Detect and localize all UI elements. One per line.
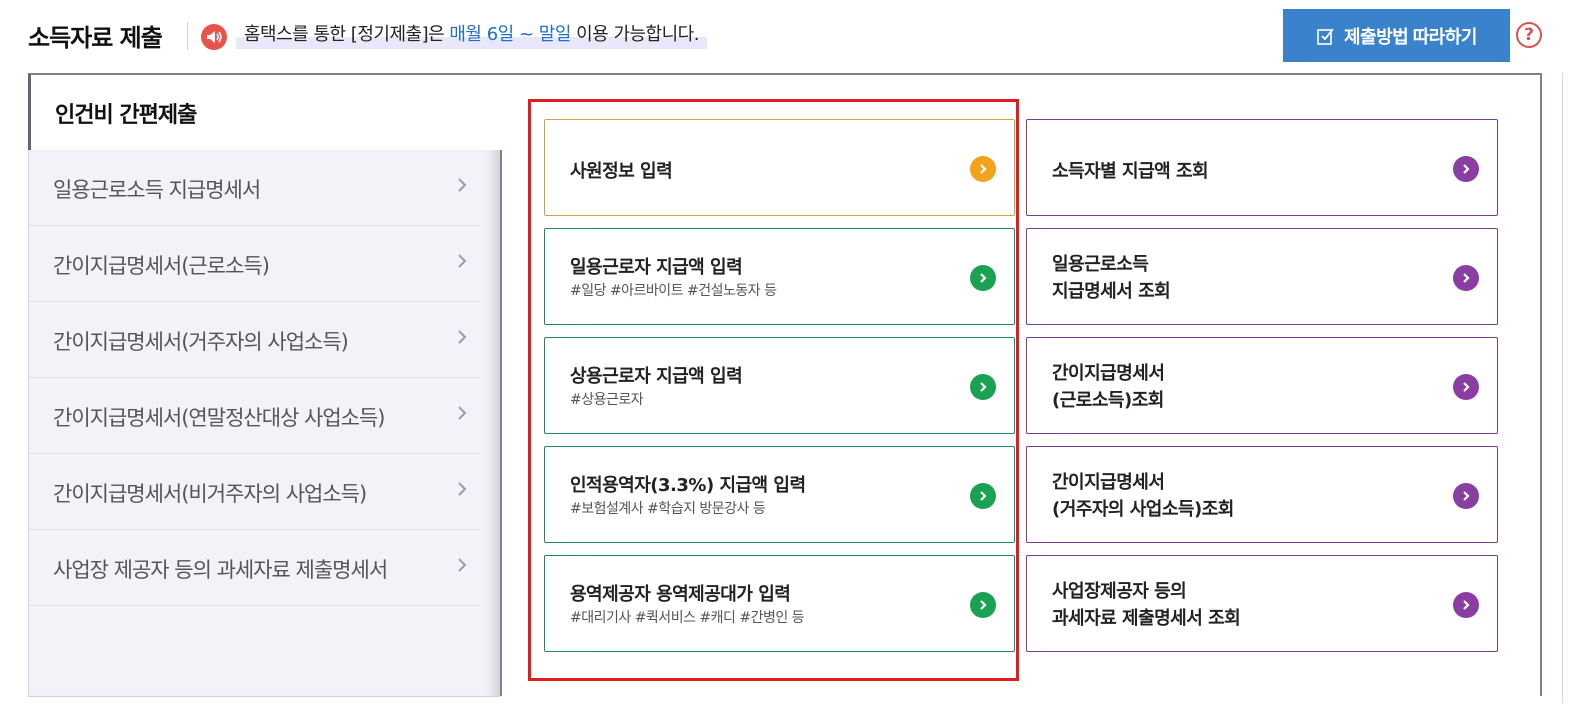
card-title: 일용근로자 지급액 입력 <box>570 257 743 278</box>
card-tags: #대리기사 #퀵서비스 #캐디 #간병인 등 <box>570 610 805 626</box>
tab-label: 인건비 간편제출 <box>55 103 197 128</box>
card-tags: #일당 #아르바이트 #건설노동자 등 <box>570 283 777 299</box>
card-title-line2: 과세자료 제출명세서 조회 <box>1052 608 1241 629</box>
chevron-right-icon <box>458 178 467 192</box>
card-title: 소득자별 지급액 조회 <box>1052 161 1209 182</box>
card-simple-wage-statement-query[interactable]: 간이지급명세서 (근로소득)조회 <box>1026 337 1498 434</box>
megaphone-icon <box>201 24 227 50</box>
card-payment-by-earner-query[interactable]: 소득자별 지급액 조회 <box>1026 119 1498 216</box>
chevron-right-icon <box>458 406 467 420</box>
card-resident-business-statement-query[interactable]: 간이지급명세서 (거주자의 사업소득)조회 <box>1026 446 1498 543</box>
chevron-right-icon <box>458 558 467 572</box>
page-title: 소득자료 제출 <box>28 24 163 52</box>
chevron-right-icon <box>458 330 467 344</box>
card-employee-info[interactable]: 사원정보 입력 <box>544 119 1015 216</box>
submission-guide-button[interactable]: 제출방법 따라하기 <box>1283 9 1510 62</box>
arrow-right-icon <box>970 156 996 182</box>
sidebar-item-resident-business[interactable]: 간이지급명세서(거주자의 사업소득) <box>29 302 480 378</box>
arrow-right-icon <box>970 592 996 618</box>
card-title: 간이지급명세서 (거주자의 사업소득)조회 <box>1052 469 1234 523</box>
arrow-right-icon <box>970 374 996 400</box>
chevron-right-icon <box>458 254 467 268</box>
card-title: 상용근로자 지급액 입력 <box>570 366 743 387</box>
sidebar-item-label: 사업장 제공자 등의 과세자료 제출명세서 <box>53 558 388 582</box>
sidebar-nav: 일용근로소득 지급명세서 간이지급명세서(근로소득) 간이지급명세서(거주자의 … <box>28 150 502 696</box>
card-tags: #상용근로자 <box>570 392 644 408</box>
sidebar-item-label: 간이지급명세서(연말정산대상 사업소득) <box>53 406 385 430</box>
arrow-right-icon <box>970 483 996 509</box>
sidebar-item-simple-wage[interactable]: 간이지급명세서(근로소득) <box>29 226 480 302</box>
card-title: 인적용역자(3.3%) 지급액 입력 <box>570 475 806 496</box>
card-title: 간이지급명세서 (근로소득)조회 <box>1052 360 1165 414</box>
notice-highlight: 매월 6일 ~ 말일 <box>449 24 571 45</box>
card-title-line2: 지급명세서 조회 <box>1052 281 1171 302</box>
notice-text: 홈택스를 통한 [정기제출]은 매월 6일 ~ 말일 이용 가능합니다. <box>236 21 707 49</box>
sidebar-item-workplace-provider[interactable]: 사업장 제공자 등의 과세자료 제출명세서 <box>29 530 480 606</box>
edit-check-icon <box>1317 27 1334 45</box>
arrow-right-icon <box>1453 592 1479 618</box>
income-submission-page: 소득자료 제출 홈택스를 통한 [정기제출]은 매월 6일 ~ 말일 이용 가능… <box>0 0 1589 714</box>
sidebar-item-nonresident-business[interactable]: 간이지급명세서(비거주자의 사업소득) <box>29 454 480 530</box>
card-title: 일용근로소득지급명세서 조회 <box>1052 251 1171 305</box>
help-icon[interactable]: ? <box>1516 22 1542 48</box>
arrow-right-icon <box>970 265 996 291</box>
sidebar-item-label: 간이지급명세서(비거주자의 사업소득) <box>53 482 367 506</box>
card-daily-worker-payment[interactable]: 일용근로자 지급액 입력 #일당 #아르바이트 #건설노동자 등 <box>544 228 1015 325</box>
tab-simple-wage-submission[interactable]: 인건비 간편제출 <box>28 73 502 150</box>
card-workplace-provider-statement-query[interactable]: 사업장제공자 등의과세자료 제출명세서 조회 <box>1026 555 1498 652</box>
card-tags: #보험설계사 #학습지 방문강사 등 <box>570 501 766 517</box>
card-title-line1: 일용근로소득 <box>1052 254 1149 275</box>
arrow-right-icon <box>1453 374 1479 400</box>
card-title: 사업장제공자 등의과세자료 제출명세서 조회 <box>1052 578 1241 632</box>
title-divider <box>187 22 188 50</box>
card-title-line2: (거주자의 사업소득)조회 <box>1052 499 1234 520</box>
card-service-provider-payment[interactable]: 용역제공자 용역제공대가 입력 #대리기사 #퀵서비스 #캐디 #간병인 등 <box>544 555 1015 652</box>
notice-post: 이용 가능합니다. <box>570 24 699 45</box>
card-freelancer-payment[interactable]: 인적용역자(3.3%) 지급액 입력 #보험설계사 #학습지 방문강사 등 <box>544 446 1015 543</box>
card-title-line1: 간이지급명세서 <box>1052 363 1165 384</box>
sidebar-item-daily-wage[interactable]: 일용근로소득 지급명세서 <box>29 150 480 226</box>
sidebar-item-year-end-business[interactable]: 간이지급명세서(연말정산대상 사업소득) <box>29 378 480 454</box>
sidebar-item-label: 일용근로소득 지급명세서 <box>53 178 261 202</box>
card-title-line1: 간이지급명세서 <box>1052 472 1165 493</box>
guide-button-label: 제출방법 따라하기 <box>1344 26 1477 47</box>
notice-pre: 홈택스를 통한 [정기제출]은 <box>244 24 450 45</box>
card-title: 사원정보 입력 <box>570 161 673 182</box>
sidebar-item-label: 간이지급명세서(거주자의 사업소득) <box>53 330 349 354</box>
chevron-right-icon <box>458 482 467 496</box>
arrow-right-icon <box>1453 156 1479 182</box>
sidebar-item-label: 간이지급명세서(근로소득) <box>53 254 270 278</box>
card-regular-worker-payment[interactable]: 상용근로자 지급액 입력 #상용근로자 <box>544 337 1015 434</box>
arrow-right-icon <box>1453 265 1479 291</box>
card-daily-wage-statement-query[interactable]: 일용근로소득지급명세서 조회 <box>1026 228 1498 325</box>
card-title-line2: (근로소득)조회 <box>1052 390 1164 411</box>
card-title-line1: 사업장제공자 등의 <box>1052 581 1187 602</box>
sidebar-bottom-line <box>28 696 500 697</box>
arrow-right-icon <box>1453 483 1479 509</box>
page-edge <box>1562 73 1563 703</box>
card-title: 용역제공자 용역제공대가 입력 <box>570 584 791 605</box>
